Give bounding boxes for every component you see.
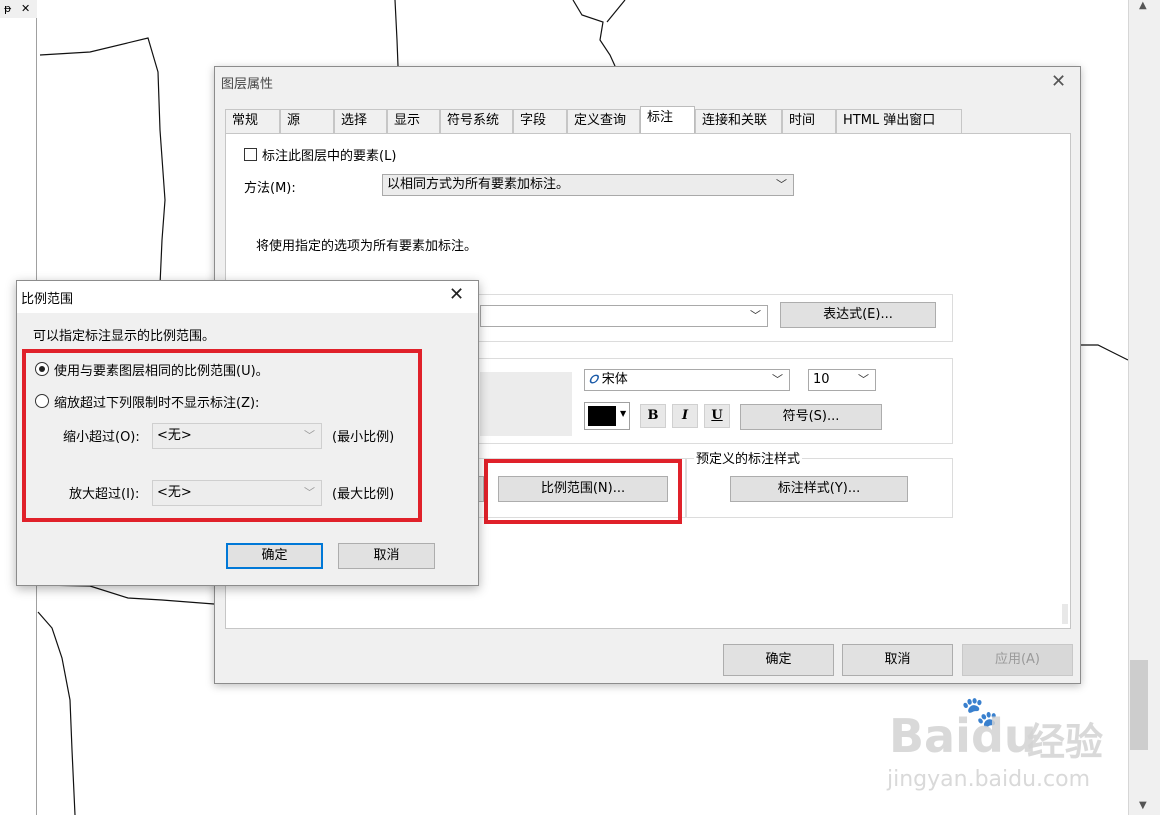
label-field-select[interactable]: ﹀ — [480, 305, 768, 327]
chevron-down-icon: ﹀ — [776, 178, 787, 191]
min-scale-select: <无> ﹀ — [152, 423, 322, 449]
symbol-button[interactable]: 符号(S)... — [740, 404, 882, 430]
custom-scale-radio[interactable] — [35, 394, 49, 408]
opentype-font-icon: 𝑂 — [589, 373, 598, 386]
chevron-down-icon: ﹀ — [858, 373, 869, 386]
color-picker[interactable]: ▼ — [584, 402, 630, 430]
max-scale-unit: (最大比例) — [332, 487, 395, 502]
left-dock-header: ᵽ ✕ — [0, 0, 37, 18]
dropdown-arrow-icon: ▼ — [620, 409, 627, 418]
tab-joins-relates[interactable]: 连接和关联 — [695, 109, 782, 133]
chevron-down-icon: ﹀ — [772, 373, 783, 386]
tab-symbology[interactable]: 符号系统 — [440, 109, 513, 133]
scroll-up-icon[interactable]: ▲ — [1139, 0, 1147, 11]
baidu-jingyan-watermark: Bai 🐾 du 经验 jingyan.baidu.com — [885, 695, 1125, 805]
tab-fields[interactable]: 字段 — [513, 109, 567, 133]
underline-button[interactable]: U — [704, 404, 730, 428]
max-scale-select: <无> ﹀ — [152, 480, 322, 506]
dialog-title-bar: 比例范围 ✕ — [17, 281, 478, 313]
scale-range-button[interactable]: 比例范围(N)... — [498, 476, 668, 502]
font-name-value: 宋体 — [601, 372, 628, 387]
chevron-down-icon: ﹀ — [304, 429, 315, 442]
chevron-down-icon: ﹀ — [304, 486, 315, 499]
pin-icon[interactable]: ᵽ — [4, 0, 11, 18]
cancel-button[interactable]: 取消 — [842, 644, 953, 676]
method-label: 方法(M): — [244, 181, 296, 196]
tab-selection[interactable]: 选择 — [334, 109, 387, 133]
label-styles-button[interactable]: 标注样式(Y)... — [730, 476, 908, 502]
tab-labels[interactable]: 标注 — [640, 106, 695, 133]
custom-scale-label: 缩放超过下列限制时不显示标注(Z): — [54, 396, 260, 411]
tab-html-popup[interactable]: HTML 弹出窗口 — [836, 109, 962, 133]
min-scale-value: <无> — [157, 428, 192, 443]
max-scale-value: <无> — [157, 485, 192, 500]
min-scale-unit: (最小比例) — [332, 430, 395, 445]
watermark-cn-text: 经验 — [1027, 720, 1104, 764]
expression-button[interactable]: 表达式(E)... — [780, 302, 936, 328]
scrollbar-thumb[interactable] — [1130, 660, 1148, 750]
ok-button[interactable]: 确定 — [723, 644, 834, 676]
symbol-preview — [480, 372, 572, 436]
color-swatch — [588, 406, 616, 426]
max-scale-label: 放大超过(I): — [69, 487, 140, 502]
tab-definition-query[interactable]: 定义查询 — [567, 109, 640, 133]
description-text: 可以指定标注显示的比例范围。 — [33, 329, 216, 344]
watermark-url: jingyan.baidu.com — [887, 767, 1091, 792]
close-icon[interactable]: ✕ — [449, 284, 464, 305]
tab-general[interactable]: 常规 — [225, 109, 280, 133]
font-name-select[interactable]: 𝑂 宋体 ﹀ — [584, 369, 790, 391]
scale-range-dialog: 比例范围 ✕ 可以指定标注显示的比例范围。 使用与要素图层相同的比例范围(U)。… — [16, 280, 479, 586]
info-text: 将使用指定的选项为所有要素加标注。 — [256, 239, 478, 254]
watermark-logo-text: Bai — [889, 709, 971, 763]
close-icon[interactable]: ✕ — [1051, 71, 1066, 92]
page-edge — [1062, 604, 1068, 624]
method-value: 以相同方式为所有要素加标注。 — [387, 177, 570, 192]
tab-display[interactable]: 显示 — [387, 109, 440, 133]
bold-button[interactable]: B — [640, 404, 666, 428]
label-features-label: 标注此图层中的要素(L) — [262, 149, 397, 164]
tab-time[interactable]: 时间 — [782, 109, 836, 133]
same-scale-label: 使用与要素图层相同的比例范围(U)。 — [54, 364, 269, 379]
cancel-button[interactable]: 取消 — [338, 543, 435, 569]
predefined-styles-label: 预定义的标注样式 — [694, 448, 803, 467]
same-scale-radio[interactable] — [35, 362, 49, 376]
min-scale-label: 缩小超过(O): — [63, 430, 140, 445]
dialog-title: 图层属性 — [221, 77, 274, 92]
italic-button[interactable]: I — [672, 404, 698, 428]
close-icon[interactable]: ✕ — [21, 0, 30, 18]
apply-button: 应用(A) — [962, 644, 1073, 676]
dialog-title: 比例范围 — [21, 292, 74, 307]
ok-button[interactable]: 确定 — [226, 543, 323, 569]
chevron-down-icon: ﹀ — [750, 309, 761, 322]
scroll-down-icon[interactable]: ▼ — [1139, 800, 1147, 811]
method-select[interactable]: 以相同方式为所有要素加标注。 ﹀ — [382, 174, 794, 196]
tab-source[interactable]: 源 — [280, 109, 334, 133]
font-size-select[interactable]: 10 ﹀ — [808, 369, 876, 391]
font-size-value: 10 — [813, 372, 830, 387]
label-features-checkbox[interactable] — [244, 148, 257, 161]
